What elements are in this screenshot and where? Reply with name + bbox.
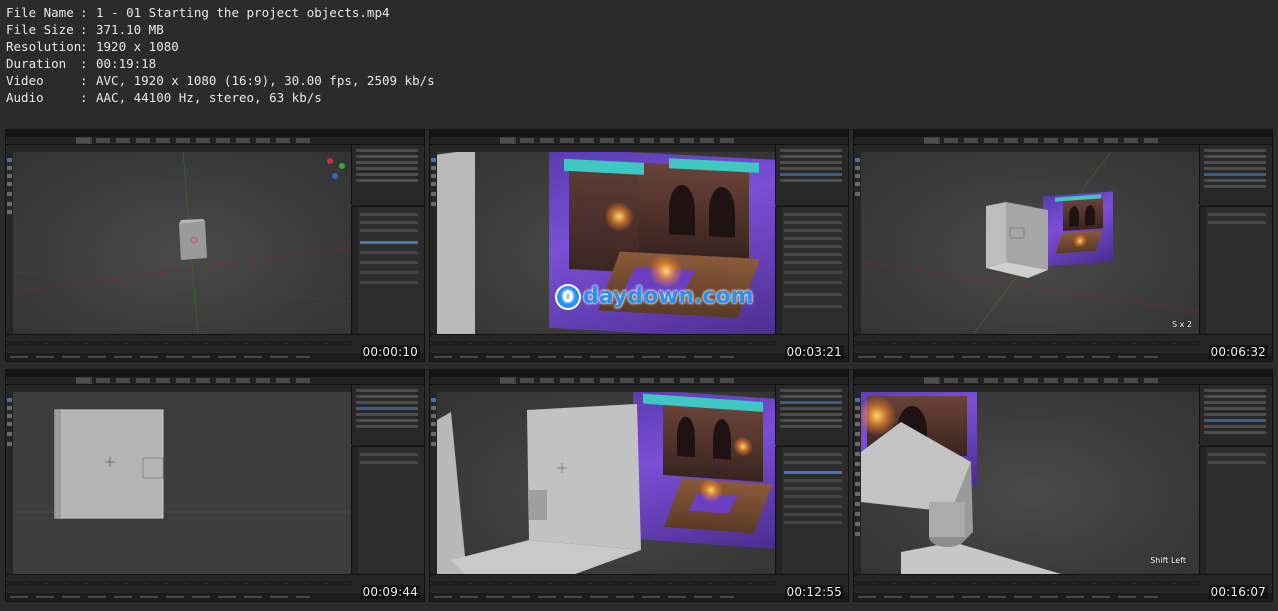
video-thumbnail[interactable]: 0 daydown.com 00:03:21 xyxy=(429,129,849,362)
3d-viewport xyxy=(437,392,776,575)
3d-viewport: S x 2 xyxy=(861,152,1200,335)
title-bar xyxy=(6,370,424,377)
title-bar xyxy=(430,370,848,377)
video-thumbnail[interactable]: S x 2 00:06:32 xyxy=(853,129,1273,362)
audio-label: Audio xyxy=(6,90,44,105)
cube-object xyxy=(179,219,207,260)
outliner xyxy=(1199,145,1272,205)
duration-label: Duration xyxy=(6,56,67,71)
file-name-value: 1 - 01 Starting the project objects.mp4 xyxy=(96,5,390,20)
room-object xyxy=(437,404,641,575)
separator: : xyxy=(80,22,88,37)
room-object xyxy=(861,422,1065,575)
toolbar xyxy=(430,392,437,575)
viewport-header xyxy=(430,145,776,152)
file-info-row: Video: AVC, 1920 x 1080 (16:9), 30.00 fps… xyxy=(6,72,435,89)
key-overlay: Shift Left xyxy=(1150,556,1186,565)
video-label: Video xyxy=(6,73,44,88)
title-bar xyxy=(854,370,1272,377)
title-bar xyxy=(6,130,424,137)
separator: : xyxy=(80,5,88,20)
watermark: 0 daydown.com xyxy=(557,284,754,309)
resolution-value: 1920 x 1080 xyxy=(96,39,179,54)
properties-panel xyxy=(1199,446,1272,575)
toolbar xyxy=(430,152,437,335)
navigation-gizmo-icon[interactable] xyxy=(322,156,348,182)
wall-object xyxy=(437,152,475,335)
separator: : xyxy=(80,73,88,88)
video-thumbnail[interactable]: 00:09:44 xyxy=(5,369,425,602)
workspace-tabs xyxy=(854,137,1272,145)
outliner xyxy=(775,145,848,205)
workspace-tabs xyxy=(430,377,848,385)
file-size-value: 371.10 MB xyxy=(96,22,164,37)
toolbar xyxy=(6,392,13,575)
key-overlay: S x 2 xyxy=(1172,320,1192,329)
title-bar xyxy=(854,130,1272,137)
file-size-label: File Size xyxy=(6,22,74,37)
timestamp: 00:09:44 xyxy=(360,585,420,599)
video-value: AVC, 1920 x 1080 (16:9), 30.00 fps, 2509… xyxy=(96,73,435,88)
file-info-row: Duration:00:19:18 xyxy=(6,55,435,72)
wall-object xyxy=(54,409,164,519)
file-info-row: Resolution:1920 x 1080 xyxy=(6,38,435,55)
3d-viewport xyxy=(13,152,352,335)
room-object xyxy=(986,202,1048,278)
properties-panel xyxy=(775,446,848,575)
resolution-label: Resolution xyxy=(6,39,82,54)
viewport-header xyxy=(430,385,776,392)
properties-panel xyxy=(775,206,848,335)
file-info: File Name:1 - 01 Starting the project ob… xyxy=(6,4,435,106)
3d-viewport xyxy=(13,392,352,575)
workspace-tabs xyxy=(6,137,424,145)
properties-panel xyxy=(351,446,424,575)
outliner xyxy=(351,145,424,205)
3d-viewport: Shift Left xyxy=(861,392,1200,575)
file-info-row: Audio: AAC, 44100 Hz, stereo, 63 kb/s xyxy=(6,89,435,106)
watermark-text: daydown.com xyxy=(583,284,754,309)
file-name-label: File Name xyxy=(6,5,74,20)
viewport-header xyxy=(854,145,1200,152)
duration-value: 00:19:18 xyxy=(96,56,157,71)
timestamp: 00:00:10 xyxy=(360,345,420,359)
timestamp: 00:06:32 xyxy=(1208,345,1268,359)
workspace-tabs xyxy=(854,377,1272,385)
viewport-header xyxy=(854,385,1200,392)
toolbar xyxy=(854,392,861,575)
properties-panel xyxy=(351,206,424,335)
3d-viewport: 0 daydown.com xyxy=(437,152,776,335)
outliner xyxy=(775,385,848,445)
toolbar xyxy=(6,152,13,335)
viewport-header xyxy=(6,385,352,392)
outliner xyxy=(1199,385,1272,445)
timestamp: 00:16:07 xyxy=(1208,585,1268,599)
video-thumbnail[interactable]: 00:00:10 xyxy=(5,129,425,362)
timestamp: 00:12:55 xyxy=(784,585,844,599)
file-info-row: File Size:371.10 MB xyxy=(6,21,435,38)
timestamp: 00:03:21 xyxy=(784,345,844,359)
file-info-row: File Name:1 - 01 Starting the project ob… xyxy=(6,4,435,21)
audio-value: AAC, 44100 Hz, stereo, 63 kb/s xyxy=(96,90,322,105)
title-bar xyxy=(430,130,848,137)
video-thumbnail[interactable]: 00:12:55 xyxy=(429,369,849,602)
separator: : xyxy=(80,56,88,71)
watermark-logo-icon: 0 xyxy=(557,285,579,308)
workspace-tabs xyxy=(430,137,848,145)
outliner xyxy=(351,385,424,445)
properties-panel xyxy=(1199,206,1272,335)
separator: : xyxy=(80,39,88,54)
toolbar xyxy=(854,152,861,335)
viewport-header xyxy=(6,145,352,152)
separator: : xyxy=(80,90,88,105)
workspace-tabs xyxy=(6,377,424,385)
video-thumbnail[interactable]: Shift Left 00:16:07 xyxy=(853,369,1273,602)
